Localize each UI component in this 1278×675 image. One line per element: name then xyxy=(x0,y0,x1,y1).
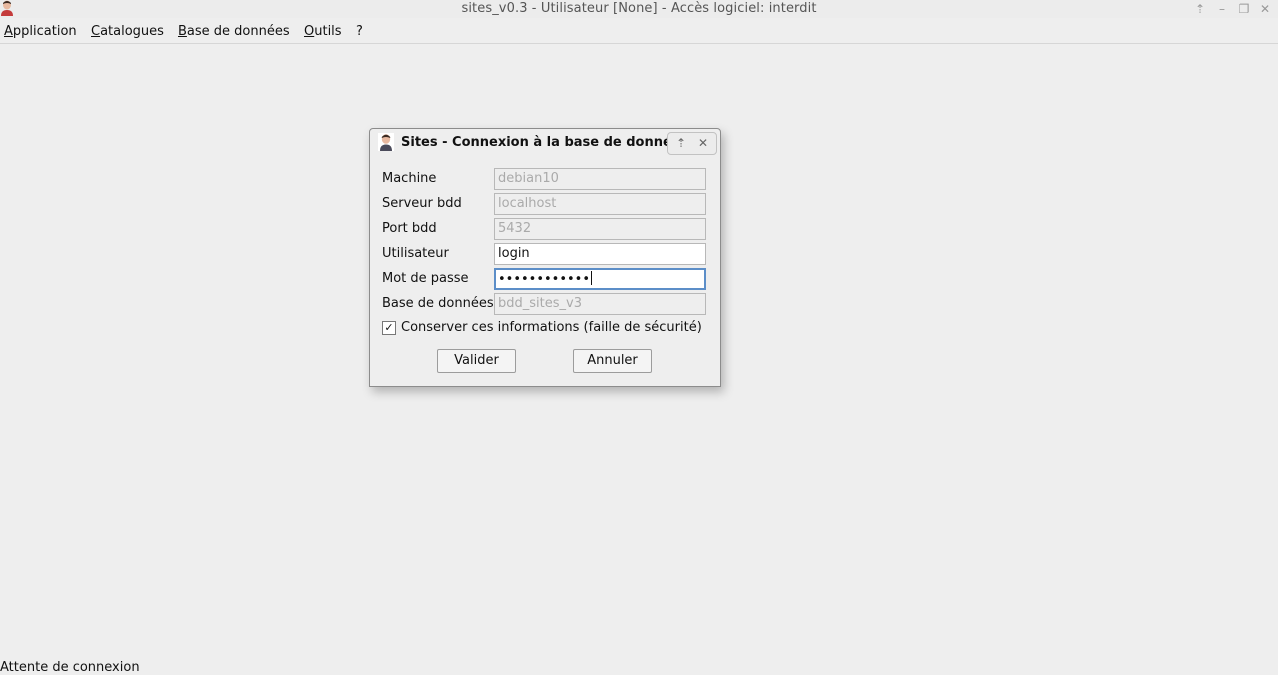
remember-checkbox[interactable]: ✓ xyxy=(382,321,396,335)
user-field[interactable]: login xyxy=(494,243,706,265)
server-label: Serveur bdd xyxy=(382,196,462,211)
dialog-title: Sites - Connexion à la base de données xyxy=(401,135,689,150)
menu-application[interactable]: Application xyxy=(4,24,77,39)
status-text: Attente de connexion xyxy=(0,660,140,675)
port-field[interactable]: 5432 xyxy=(494,218,706,240)
machine-label: Machine xyxy=(382,171,437,186)
database-field[interactable]: bdd_sites_v3 xyxy=(494,293,706,315)
dialog-close-icon[interactable]: ✕ xyxy=(693,135,713,151)
machine-field[interactable]: debian10 xyxy=(494,168,706,190)
password-value: •••••••••••• xyxy=(498,272,591,287)
user-label: Utilisateur xyxy=(382,246,449,261)
password-field[interactable]: •••••••••••• xyxy=(494,268,706,290)
database-label: Base de données xyxy=(382,296,494,311)
text-caret xyxy=(591,271,593,285)
port-label: Port bdd xyxy=(382,221,437,236)
keep-above-icon[interactable]: ⇡ xyxy=(1192,1,1208,17)
remember-label[interactable]: Conserver ces informations (faille de sé… xyxy=(401,320,702,335)
menu-base-de-donnees[interactable]: Base de données xyxy=(178,24,290,39)
cancel-button[interactable]: Annuler xyxy=(573,349,652,373)
window-title: sites_v0.3 - Utilisateur [None] - Accès … xyxy=(461,1,817,16)
menubar: Application Catalogues Base de données O… xyxy=(0,20,1278,44)
window-titlebar: sites_v0.3 - Utilisateur [None] - Accès … xyxy=(0,0,1278,18)
close-icon[interactable]: ✕ xyxy=(1257,1,1273,17)
menu-outils[interactable]: Outils xyxy=(304,24,342,39)
menu-help[interactable]: ? xyxy=(356,24,363,39)
dialog-avatar-icon xyxy=(378,133,394,151)
password-label: Mot de passe xyxy=(382,271,469,286)
menu-catalogues[interactable]: Catalogues xyxy=(91,24,164,39)
dialog-keep-above-icon[interactable]: ⇡ xyxy=(671,135,691,151)
dialog-window-controls: ⇡ ✕ xyxy=(667,132,717,155)
minimize-icon[interactable]: – xyxy=(1214,1,1230,17)
maximize-icon[interactable]: ❐ xyxy=(1236,1,1252,17)
validate-button[interactable]: Valider xyxy=(437,349,516,373)
connection-dialog: Sites - Connexion à la base de données ⇡… xyxy=(369,128,721,387)
server-field[interactable]: localhost xyxy=(494,193,706,215)
dialog-titlebar[interactable]: Sites - Connexion à la base de données ⇡… xyxy=(370,129,720,156)
